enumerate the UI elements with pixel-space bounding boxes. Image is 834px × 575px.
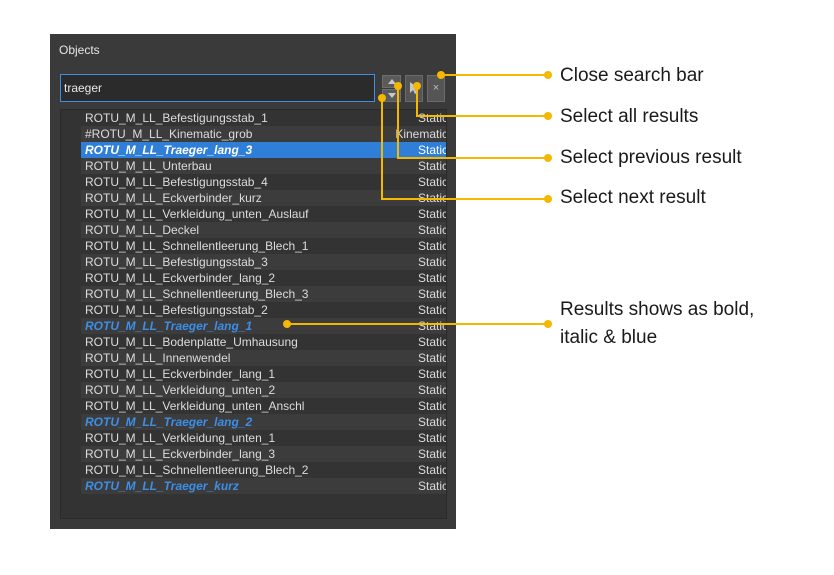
annotation-results-line-2: italic & blue — [560, 327, 658, 348]
annotation-results-style: Results shows as bold, italic & blue — [560, 296, 754, 352]
annotation-results-line-1: Results shows as bold, — [560, 299, 755, 320]
annotation-select-next: Select next result — [560, 187, 706, 208]
callout-dot — [544, 154, 552, 162]
annotation-callouts — [283, 71, 552, 328]
callout-dot — [544, 112, 552, 120]
callout-line-select-previous — [397, 86, 548, 159]
annotation-select-all: Select all results — [560, 106, 699, 127]
callout-line-select-all — [416, 86, 548, 117]
callout-dot — [437, 71, 445, 79]
annotation-close-search: Close search bar — [560, 65, 704, 86]
callout-dot — [544, 71, 552, 79]
callout-dot — [413, 82, 421, 90]
callout-dot — [544, 320, 552, 328]
callout-dot — [378, 94, 386, 102]
callout-dot — [544, 195, 552, 203]
annotation-select-previous: Select previous result — [560, 147, 742, 168]
callout-dot — [283, 320, 291, 328]
callout-dot — [394, 82, 402, 90]
callout-line-select-next — [381, 98, 548, 200]
